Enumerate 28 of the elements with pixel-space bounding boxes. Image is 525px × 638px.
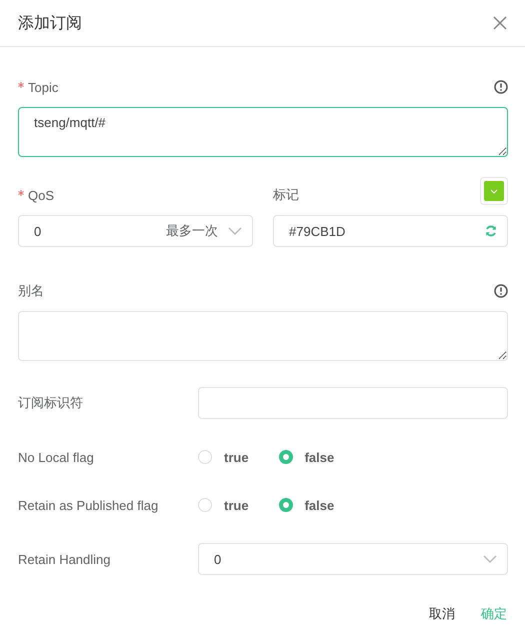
refresh-icon[interactable] [485,225,497,237]
retain-handling-select[interactable]: 0 [198,543,508,575]
color-picker-button[interactable] [480,177,508,205]
dialog-title: 添加订阅 [18,14,82,34]
info-icon [494,284,508,298]
chevron-down-icon [483,555,497,563]
cancel-button[interactable]: 取消 [429,605,455,623]
subscription-identifier-label: 订阅标识符 [18,394,83,412]
flag-label: Retain as Published flag [18,498,158,512]
radio-option[interactable]: true [198,498,249,512]
close-icon[interactable] [493,16,507,30]
mark-label: 标记 [273,186,299,204]
chevron-down-icon [228,227,242,235]
radio-option[interactable]: true [198,450,249,464]
radio-option[interactable]: false [278,450,334,464]
flag-label: No Local flag [18,450,94,464]
subscription-identifier-field[interactable] [198,387,508,419]
info-icon [494,80,508,94]
qos-label: QoS [28,188,54,202]
alias-field[interactable] [18,311,508,361]
qos-select[interactable]: 0 最多一次 [18,215,253,247]
topic-field[interactable]: tseng/mqtt/# [18,107,508,157]
radio-option[interactable]: false [278,498,334,512]
retain-handling-label: Retain Handling [18,552,111,566]
alias-label: 别名 [18,282,44,300]
chevron-down-icon [490,188,498,194]
color-field[interactable]: #79CB1D [273,215,508,247]
topic-label: Topic [28,80,58,94]
